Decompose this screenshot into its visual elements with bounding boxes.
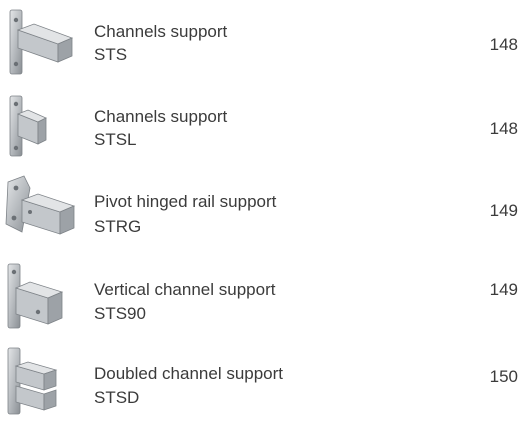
item-code: STSL	[94, 130, 137, 149]
item-code: STS90	[94, 304, 146, 323]
item-code: STSD	[94, 388, 140, 407]
item-page-number: 148	[489, 35, 518, 54]
item-name: Pivot hinged rail support	[94, 192, 277, 211]
item-code: STS	[94, 45, 128, 64]
item-name: Channels support	[94, 107, 228, 126]
item-name: Channels support	[94, 22, 228, 41]
item-page-number: 149	[489, 201, 518, 220]
item-name: Doubled channel support	[94, 364, 284, 383]
item-name: Vertical channel support	[94, 280, 276, 299]
list-item[interactable]: Channels support STS 148	[0, 6, 522, 88]
item-page-number: 148	[489, 119, 518, 138]
doubled-channel-support-icon	[0, 346, 76, 418]
list-item[interactable]: Pivot hinged rail support STRG 149	[0, 172, 522, 254]
vertical-channel-support-icon	[0, 262, 76, 334]
item-code: STRG	[94, 217, 142, 236]
list-item[interactable]: Channels support STSL 148	[0, 92, 522, 174]
list-item[interactable]: Vertical channel support STS90 149	[0, 262, 522, 344]
item-page-number: 149	[489, 280, 518, 299]
channel-support-icon	[0, 6, 76, 78]
pivot-hinged-support-icon	[0, 172, 76, 244]
channel-support-long-icon	[0, 92, 76, 164]
product-list: Channels support STS 148 Channels suppor…	[0, 0, 522, 415]
item-page-number: 150	[489, 367, 518, 386]
list-item[interactable]: Doubled channel support STSD 150	[0, 346, 522, 428]
